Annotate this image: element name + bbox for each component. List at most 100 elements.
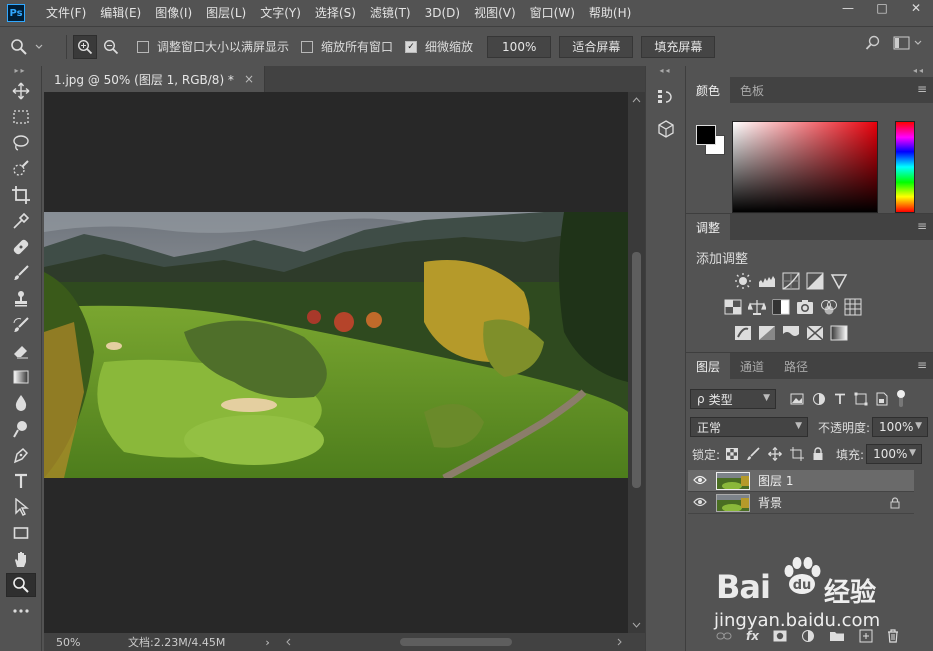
filter-smart-object-icon[interactable] [876,392,888,406]
document-tab[interactable]: 1.jpg @ 50% (图层 1, RGB/8) * × [44,66,265,92]
color-field[interactable] [732,121,878,213]
resize-windows-checkbox[interactable]: 调整窗口大小以满屏显示 [137,38,289,55]
menu-image[interactable]: 图像(I) [148,0,199,26]
tab-swatches[interactable]: 色板 [730,77,774,103]
color-balance-icon[interactable] [748,298,766,316]
gradient-map-icon[interactable] [830,324,848,342]
path-selection-tool[interactable] [6,495,36,519]
menu-edit[interactable]: 编辑(E) [93,0,148,26]
hand-tool[interactable] [6,547,36,571]
healing-brush-tool[interactable] [6,235,36,259]
tab-channels[interactable]: 通道 [730,353,774,379]
minimize-button[interactable]: — [831,0,865,16]
horizontal-scrollbar[interactable] [284,637,624,647]
workspace-icon[interactable] [893,36,923,50]
filter-type-icon[interactable] [834,393,846,405]
zoom-level[interactable]: 50% [56,636,128,649]
channel-mixer-icon[interactable] [820,298,838,316]
brush-tool[interactable] [6,261,36,285]
zoom-all-windows-checkbox[interactable]: 缩放所有窗口 [301,38,393,55]
scroll-down-icon[interactable] [628,619,645,631]
fit-screen-button[interactable]: 适合屏幕 [559,35,634,58]
zoom-out-button[interactable] [99,35,123,59]
menu-select[interactable]: 选择(S) [308,0,363,26]
scroll-left-icon[interactable] [284,637,294,647]
menu-window[interactable]: 窗口(W) [523,0,582,26]
fill-input[interactable]: 100% ▼ [866,444,923,464]
eraser-tool[interactable] [6,339,36,363]
brightness-contrast-icon[interactable] [734,272,752,290]
lock-transparent-icon[interactable] [726,448,739,460]
photo-filter-icon[interactable] [796,298,814,316]
hue-slider[interactable] [895,121,915,213]
layer-kind-filter[interactable]: ρ 类型 ▼ [690,389,776,409]
status-menu-arrow[interactable]: › [265,636,269,649]
exposure-icon[interactable] [806,272,824,290]
color-lookup-icon[interactable] [844,298,862,316]
move-tool[interactable] [6,79,36,103]
pen-tool[interactable] [6,443,36,467]
filter-shape-icon[interactable] [854,392,868,406]
tool-preset-picker[interactable] [10,38,60,56]
search-icon[interactable] [865,35,881,51]
opacity-input[interactable]: 100% ▼ [872,417,929,437]
quick-selection-tool[interactable] [6,157,36,181]
vertical-scrollbar[interactable] [628,92,645,633]
maximize-button[interactable]: □ [865,0,899,16]
selective-color-icon[interactable] [806,324,824,342]
menu-filter[interactable]: 滤镜(T) [363,0,418,26]
clone-stamp-tool[interactable] [6,287,36,311]
visibility-eye-icon[interactable] [688,474,712,488]
panel-menu-icon[interactable]: ≡ [917,220,927,232]
lock-all-icon[interactable] [812,447,824,461]
fill-screen-button[interactable]: 填充屏幕 [641,35,716,58]
layer-row[interactable]: 背景 [688,492,914,514]
3d-panel-button[interactable] [652,116,680,142]
eyedropper-tool[interactable] [6,209,36,233]
scroll-right-icon[interactable] [614,637,624,647]
close-tab-icon[interactable]: × [244,72,254,86]
threshold-icon[interactable] [782,324,800,342]
edit-toolbar-button[interactable] [6,599,36,623]
zoom-value-button[interactable]: 100% [487,35,552,58]
filter-toggle-icon[interactable] [896,389,906,409]
history-panel-button[interactable] [652,84,680,110]
type-tool[interactable] [6,469,36,493]
lock-pixels-icon[interactable] [746,447,760,461]
zoom-tool[interactable] [5,573,36,597]
rectangle-tool[interactable] [6,521,36,545]
menu-layer[interactable]: 图层(L) [199,0,253,26]
hue-saturation-icon[interactable] [724,298,742,316]
marquee-tool[interactable] [6,105,36,129]
curves-icon[interactable] [782,272,800,290]
tab-color[interactable]: 颜色 [686,77,731,103]
lock-artboard-icon[interactable] [790,447,805,461]
crop-tool[interactable] [6,183,36,207]
filter-pixel-icon[interactable] [790,393,804,405]
scroll-up-icon[interactable] [628,94,645,106]
menu-3d[interactable]: 3D(D) [418,0,467,26]
dodge-tool[interactable] [6,417,36,441]
panel-menu-icon[interactable]: ≡ [917,83,927,95]
panel-menu-icon[interactable]: ≡ [917,359,927,371]
levels-icon[interactable] [758,272,776,290]
lasso-tool[interactable] [6,131,36,155]
gradient-tool[interactable] [6,365,36,389]
black-white-icon[interactable] [772,298,790,316]
history-brush-tool[interactable] [6,313,36,337]
tab-adjustments[interactable]: 调整 [686,214,731,240]
panel-grip[interactable]: ◂◂ [646,66,685,78]
layer-lock-icon[interactable] [890,497,900,509]
panel-grip[interactable]: ▸▸ [0,66,41,78]
filter-adjustment-icon[interactable] [812,392,826,406]
foreground-color-swatch[interactable] [696,125,716,145]
close-window-button[interactable]: ✕ [899,0,933,16]
zoom-in-button[interactable] [73,34,97,59]
scrubby-zoom-checkbox[interactable]: ✓ 细微缩放 [405,38,473,55]
blend-mode-select[interactable]: 正常 ▼ [690,417,808,437]
lock-position-icon[interactable] [768,447,782,461]
vibrance-icon[interactable] [830,272,848,290]
menu-view[interactable]: 视图(V) [467,0,523,26]
layer-row[interactable]: 图层 1 [688,470,914,492]
menu-type[interactable]: 文字(Y) [253,0,308,26]
